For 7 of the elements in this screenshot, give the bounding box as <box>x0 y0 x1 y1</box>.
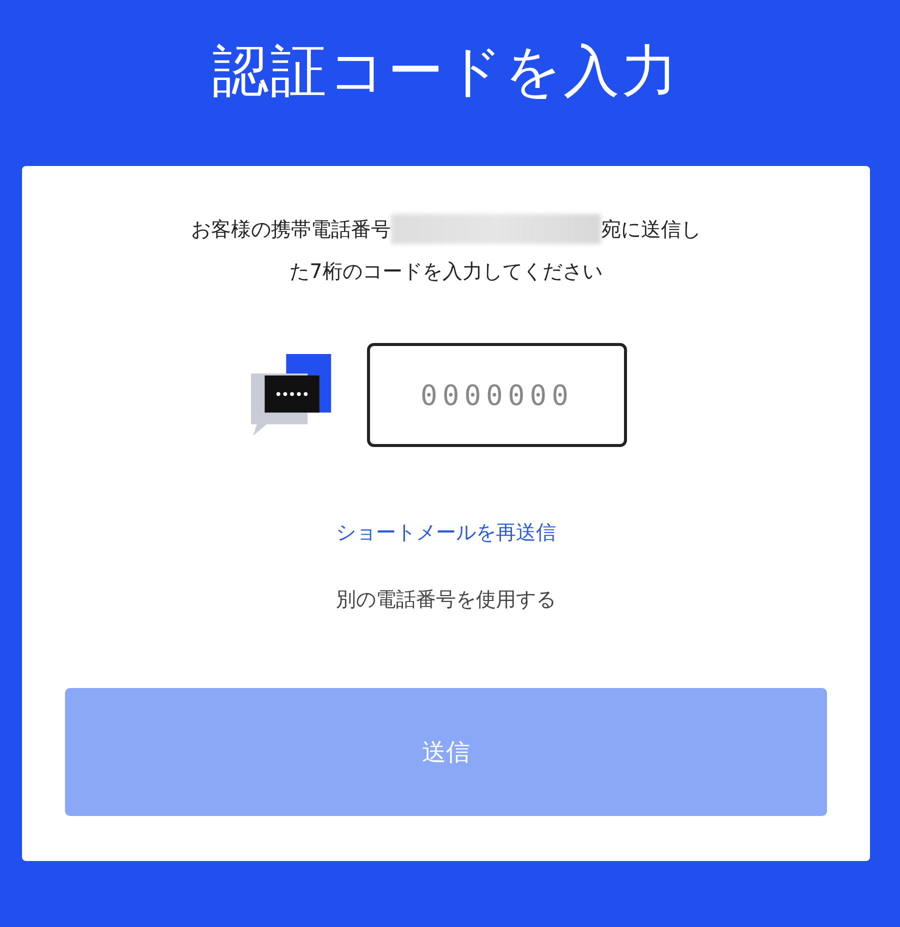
message-text: た7桁のコードを入力してください <box>290 258 602 285</box>
message-text: 宛に送信し <box>601 216 701 242</box>
code-input-field[interactable]: 0000000 <box>367 343 627 447</box>
page-title: 認証コードを入力 <box>212 38 680 106</box>
change-number-link[interactable]: 別の電話番号を使用する <box>336 586 556 613</box>
message-text: お客様の携帯電話番号 <box>191 216 391 242</box>
resend-link[interactable]: ショートメールを再送信 <box>336 519 556 546</box>
